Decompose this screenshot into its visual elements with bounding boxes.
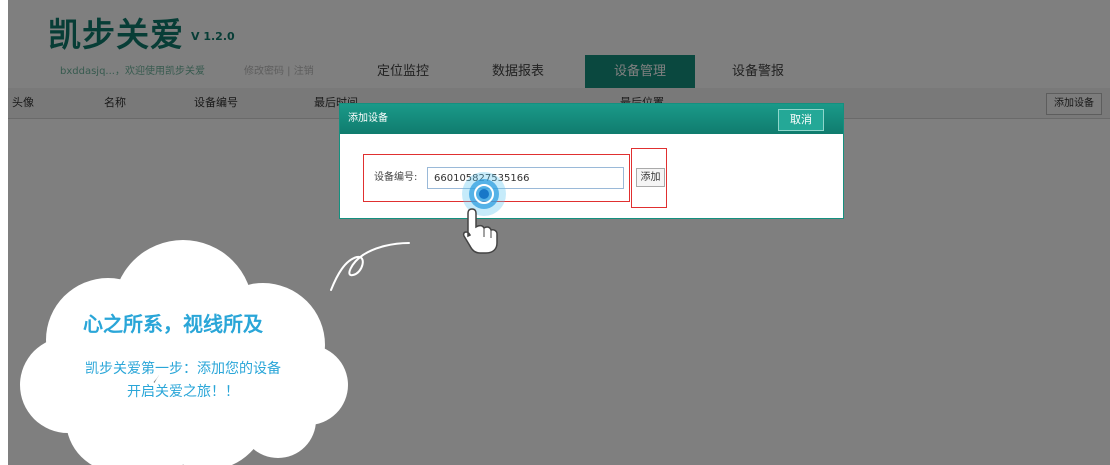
dialog-title: 添加设备 [348,113,388,124]
promo-title: 心之所系，视线所及 [83,312,263,336]
device-number-input[interactable] [427,167,624,189]
add-button[interactable]: 添加 [636,168,665,187]
promo-line-1: 凯步关爱第一步：添加您的设备 [85,361,281,377]
promo-line-2: 开启关爱之旅！！ [127,384,239,400]
promo-cloud [20,240,348,465]
add-device-dialog: 添加设备 取消 设备编号: 添加 [339,103,844,219]
device-number-label: 设备编号: [374,172,418,183]
add-button-highlight: 添加 [631,148,667,208]
app-window: 凯步关爱 V 1.2.0 bxddasjq...，欢迎使用凯步关爱 修改密码 |… [8,0,1110,465]
dialog-header: 添加设备 取消 [340,104,843,134]
cancel-button[interactable]: 取消 [778,109,824,131]
pointer-hand-icon [462,208,498,254]
